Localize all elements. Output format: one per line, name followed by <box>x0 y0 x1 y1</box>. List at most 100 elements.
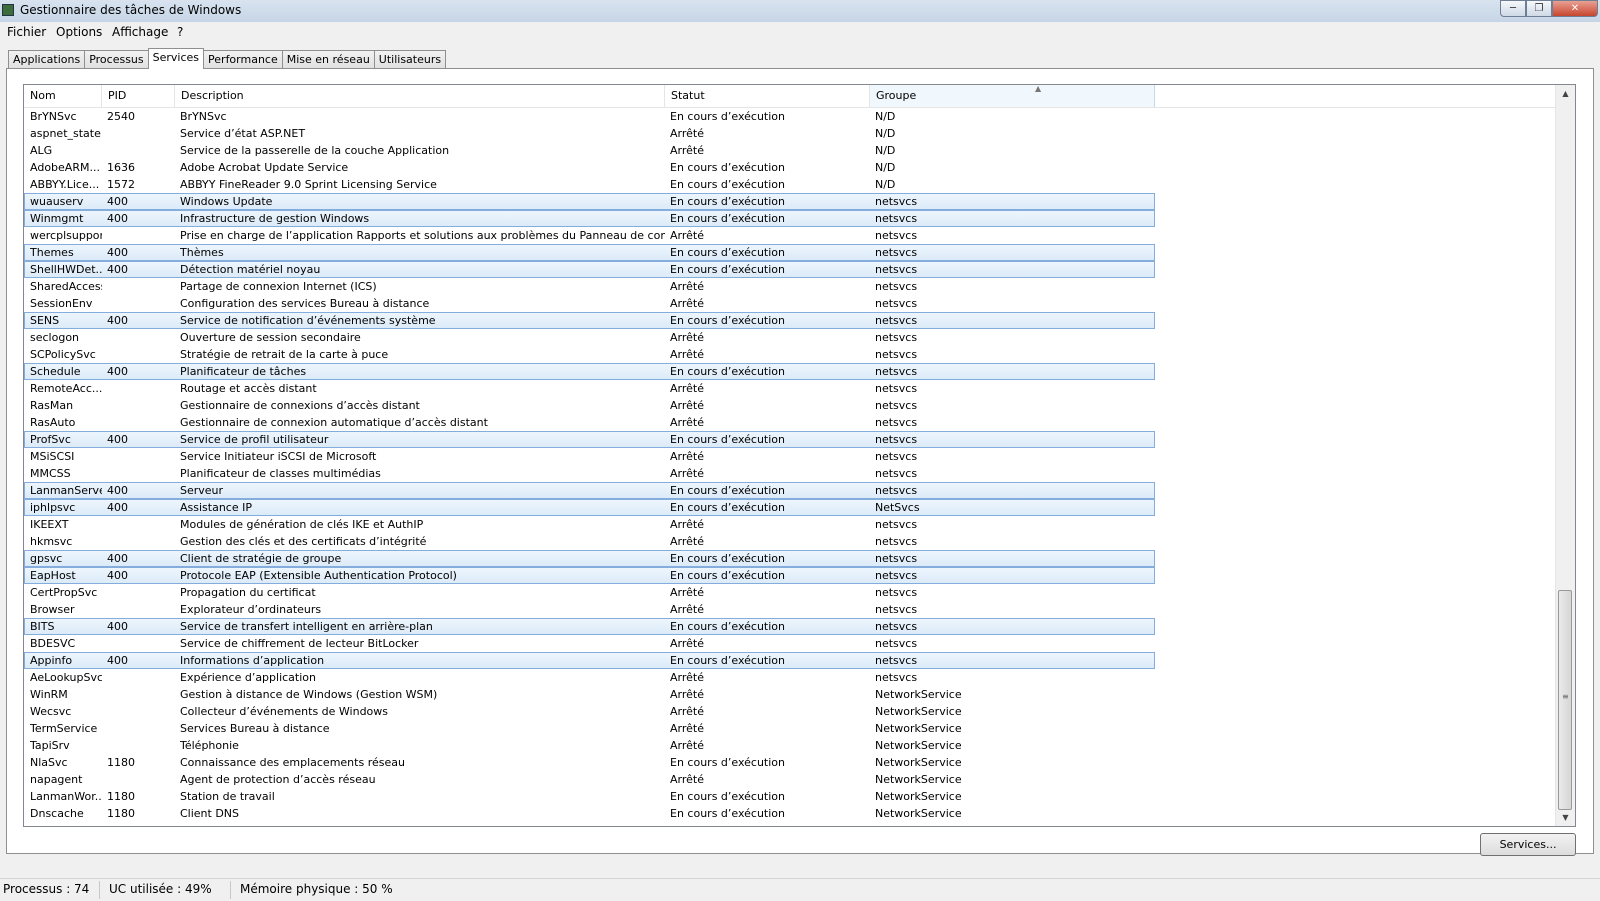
table-row[interactable]: Wecsvc Collecteur d’événements de Windows… <box>24 703 1555 720</box>
table-row[interactable]: TapiSrv Téléphonie Arrêté NetworkService <box>24 737 1555 754</box>
tab-applications[interactable]: Applications <box>8 50 86 68</box>
row-description: Détection matériel noyau <box>180 263 321 276</box>
row-description: BrYNSvc <box>180 110 227 123</box>
scroll-thumb[interactable]: ≡ <box>1558 590 1572 810</box>
column-header-description[interactable]: Description <box>175 85 665 107</box>
row-name: Winmgmt <box>30 212 84 225</box>
table-row[interactable]: Schedule 400 Planificateur de tâches En cou… <box>24 363 1155 380</box>
table-row[interactable]: Dnscache 1180 Client DNS En cours d’exécuti… <box>24 805 1555 822</box>
table-row[interactable]: SharedAccess Partage de connexion Interne… <box>24 278 1555 295</box>
list-rows: BrYNSvc 2540 BrYNSvc En cours d’exécution N/… <box>24 108 1555 822</box>
column-header-groupe[interactable]: Groupe <box>870 85 1155 107</box>
menu-help[interactable]: ? <box>177 25 183 39</box>
row-pid: 400 <box>107 195 128 208</box>
row-group: NetworkService <box>875 739 962 752</box>
table-row[interactable]: LanmanWor... 1180 Station de travail En cou… <box>24 788 1555 805</box>
scroll-up-arrow-icon[interactable]: ▲ <box>1556 85 1575 102</box>
menu-fichier[interactable]: Fichier <box>7 25 46 39</box>
table-row[interactable]: BDESVC Service de chiffrement de lecteur … <box>24 635 1555 652</box>
table-row[interactable]: SCPolicySvc Stratégie de retrait de la ca… <box>24 346 1555 363</box>
row-status: Arrêté <box>670 518 704 531</box>
status-cpu: UC utilisée : 49% <box>109 882 212 896</box>
status-bar: Processus : 74 UC utilisée : 49% Mémoire… <box>0 878 1600 901</box>
row-group: netsvcs <box>875 552 918 565</box>
table-row[interactable]: Themes 400 Thèmes En cours d’exécution netsv… <box>24 244 1155 261</box>
table-row[interactable]: LanmanServer 400 Serveur En cours d’exécuti… <box>24 482 1155 499</box>
row-description: Service de la passerelle de la couche Ap… <box>180 144 450 157</box>
table-row[interactable]: ABBYY.Lice... 1572 ABBYY FineReader 9.0 Sp… <box>24 176 1555 193</box>
app-icon <box>2 4 14 16</box>
maximize-button[interactable]: ❐ <box>1526 0 1552 17</box>
row-name: AdobeARM... <box>30 161 100 174</box>
table-row[interactable]: ProfSvc 400 Service de profil utilisateur E… <box>24 431 1155 448</box>
row-status: Arrêté <box>670 671 704 684</box>
table-row[interactable]: RasMan Gestionnaire de connexions d’accès… <box>24 397 1555 414</box>
tab-services[interactable]: Services <box>147 48 205 69</box>
table-row[interactable]: ALG Service de la passerelle de la couche… <box>24 142 1555 159</box>
menu-options[interactable]: Options <box>56 25 102 39</box>
table-row[interactable]: wercplsupport Prise en charge de l’applic… <box>24 227 1555 244</box>
table-row[interactable]: seclogon Ouverture de session secondaire A… <box>24 329 1555 346</box>
table-row[interactable]: EapHost 400 Protocole EAP (Extensible Auth… <box>24 567 1155 584</box>
column-header-pid[interactable]: PID <box>102 85 175 107</box>
row-status: En cours d’exécution <box>670 501 786 514</box>
row-status: Arrêté <box>670 739 704 752</box>
row-status: En cours d’exécution <box>670 569 786 582</box>
column-header-nom[interactable]: Nom <box>24 85 102 107</box>
table-row[interactable]: ShellHWDet... 400 Détection matériel noyau… <box>24 261 1155 278</box>
table-row[interactable]: Winmgmt 400 Infrastructure de gestion Wind… <box>24 210 1155 227</box>
table-row[interactable]: IKEEXT Modules de génération de clés IKE … <box>24 516 1555 533</box>
services-button[interactable]: Services... <box>1480 833 1576 856</box>
row-group: netsvcs <box>875 229 918 242</box>
row-pid: 400 <box>107 569 128 582</box>
services-list[interactable]: Nom PID Description Statut Groupe ▲ BrYN… <box>23 84 1576 827</box>
row-name: ProfSvc <box>30 433 71 446</box>
row-group: netsvcs <box>875 603 918 616</box>
table-row[interactable]: CertPropSvc Propagation du certificat Arrê… <box>24 584 1555 601</box>
tab-processus[interactable]: Processus <box>84 50 149 68</box>
tab-mise-en-reseau[interactable]: Mise en réseau <box>281 50 375 68</box>
table-row[interactable]: Appinfo 400 Informations d’application En c… <box>24 652 1155 669</box>
minimize-button[interactable]: ─ <box>1500 0 1526 17</box>
table-row[interactable]: MSiSCSI Service Initiateur iSCSI de Micro… <box>24 448 1555 465</box>
vertical-scrollbar[interactable]: ▲ ≡ ▼ <box>1555 85 1575 826</box>
table-row[interactable]: MMCSS Planificateur de classes multimédia… <box>24 465 1555 482</box>
row-group: N/D <box>875 161 896 174</box>
row-name: MMCSS <box>30 467 71 480</box>
tab-utilisateurs[interactable]: Utilisateurs <box>373 50 447 68</box>
grip-icon: ≡ <box>1562 692 1569 701</box>
table-row[interactable]: Browser Explorateur d’ordinateurs Arrêté ne… <box>24 601 1555 618</box>
table-row[interactable]: AdobeARM... 1636 Adobe Acrobat Update Serv… <box>24 159 1555 176</box>
table-row[interactable]: aspnet_state Service d’état ASP.NET Arrêté… <box>24 125 1555 142</box>
scroll-down-arrow-icon[interactable]: ▼ <box>1556 809 1575 826</box>
table-row[interactable]: SENS 400 Service de notification d’événeme… <box>24 312 1155 329</box>
table-row[interactable]: napagent Agent de protection d’accès rése… <box>24 771 1555 788</box>
table-row[interactable]: gpsvc 400 Client de stratégie de groupe En … <box>24 550 1155 567</box>
row-name: EapHost <box>30 569 76 582</box>
close-button[interactable]: ✕ <box>1552 0 1598 17</box>
row-group: NetworkService <box>875 722 962 735</box>
row-group: netsvcs <box>875 654 918 667</box>
table-row[interactable]: BITS 400 Service de transfert intelligent … <box>24 618 1155 635</box>
row-description: Station de travail <box>180 790 275 803</box>
table-row[interactable]: WinRM Gestion à distance de Windows (Gest… <box>24 686 1555 703</box>
table-row[interactable]: hkmsvc Gestion des clés et des certificat… <box>24 533 1555 550</box>
table-row[interactable]: TermService Services Bureau à distance Arr… <box>24 720 1555 737</box>
row-group: netsvcs <box>875 331 918 344</box>
title-bar[interactable]: Gestionnaire des tâches de Windows ─ ❐ ✕ <box>0 0 1600 23</box>
table-row[interactable]: RasAuto Gestionnaire de connexion automat… <box>24 414 1555 431</box>
tab-performance[interactable]: Performance <box>203 50 283 68</box>
menu-affichage[interactable]: Affichage <box>112 25 168 39</box>
table-row[interactable]: NlaSvc 1180 Connaissance des emplacements … <box>24 754 1555 771</box>
table-row[interactable]: wuauserv 400 Windows Update En cours d’exéc… <box>24 193 1155 210</box>
row-name: SCPolicySvc <box>30 348 96 361</box>
row-status: En cours d’exécution <box>670 807 786 820</box>
table-row[interactable]: AeLookupSvc Expérience d’application Arrêt… <box>24 669 1555 686</box>
table-row[interactable]: BrYNSvc 2540 BrYNSvc En cours d’exécution N/… <box>24 108 1555 125</box>
table-row[interactable]: iphlpsvc 400 Assistance IP En cours d’exécu… <box>24 499 1155 516</box>
sort-ascending-icon: ▲ <box>1035 84 1042 93</box>
row-name: BDESVC <box>30 637 76 650</box>
table-row[interactable]: RemoteAcc... Routage et accès distant Arrê… <box>24 380 1555 397</box>
table-row[interactable]: SessionEnv Configuration des services Bur… <box>24 295 1555 312</box>
column-header-statut[interactable]: Statut <box>665 85 870 107</box>
